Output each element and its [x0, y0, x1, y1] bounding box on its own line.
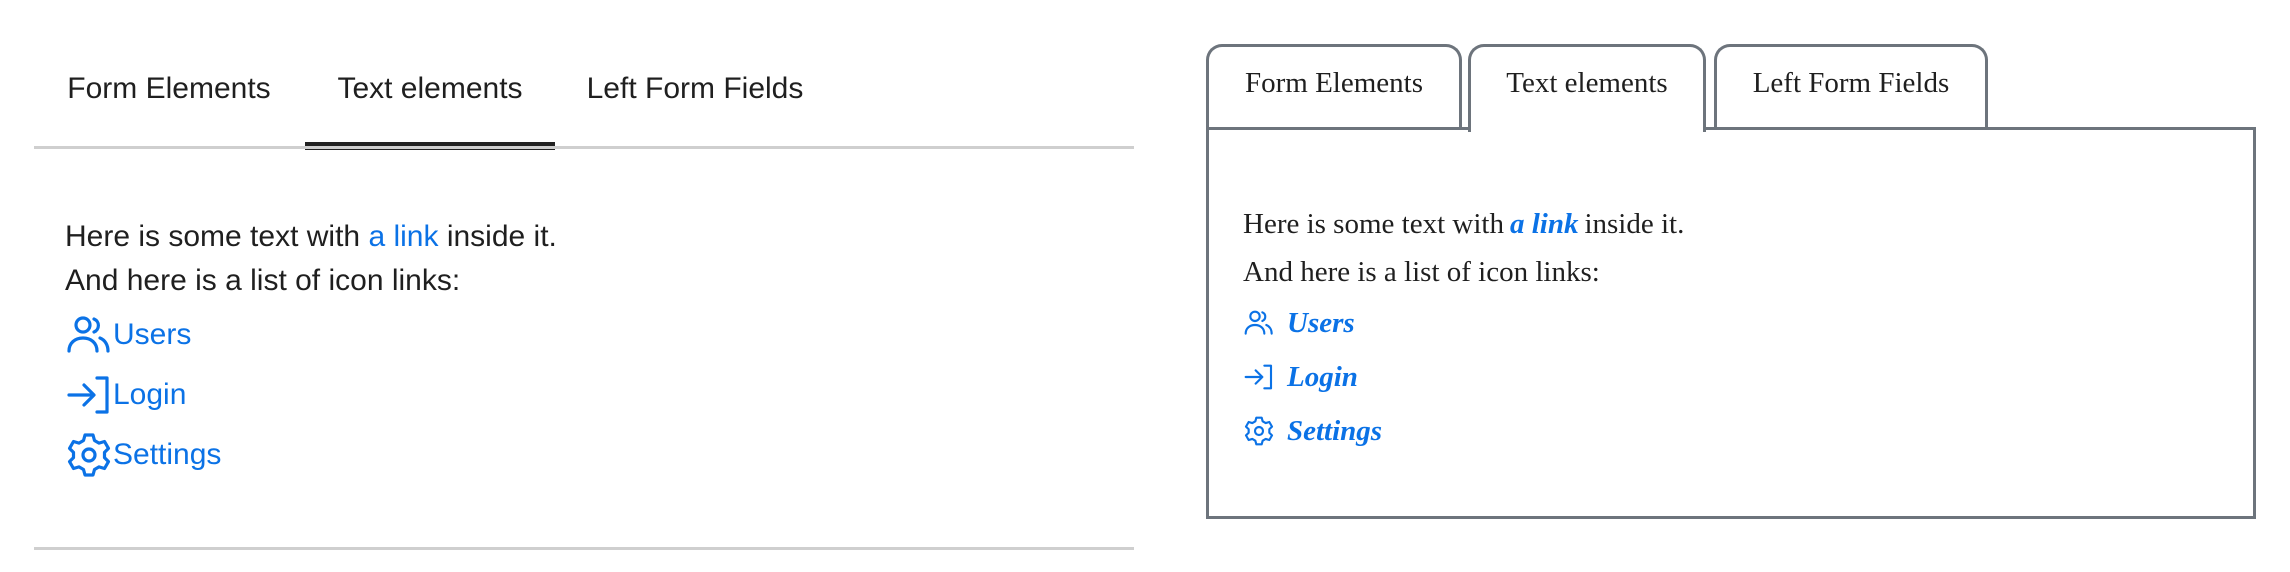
right-inline-link[interactable]: a link	[1510, 208, 1579, 240]
right-tab-form-elements[interactable]: Form Elements	[1206, 44, 1462, 130]
settings-icon	[1244, 416, 1274, 446]
right-tab-panel: Form Elements Text elements Left Form Fi…	[1206, 0, 2256, 572]
left-tab-panel: Form Elements Text elements Left Form Fi…	[34, 0, 1134, 572]
right-settings-link[interactable]: Settings	[1243, 404, 1684, 458]
login-icon	[67, 376, 109, 414]
right-login-link[interactable]: Login	[1243, 350, 1684, 404]
right-paragraph: Here is some text with a link inside it.	[1243, 200, 1684, 248]
right-tab-left-form-fields[interactable]: Left Form Fields	[1714, 44, 1988, 130]
left-users-link[interactable]: Users	[65, 305, 557, 365]
left-users-label: Users	[113, 318, 192, 351]
right-users-link[interactable]: Users	[1243, 296, 1684, 350]
left-text-before: Here is some text with	[65, 220, 369, 253]
right-text-after: inside it.	[1584, 208, 1685, 240]
left-login-label: Login	[113, 378, 187, 411]
right-tab-content-box: Here is some text with a link inside it. A…	[1206, 127, 2256, 519]
left-settings-link[interactable]: Settings	[65, 425, 557, 485]
right-login-label: Login	[1287, 360, 1358, 393]
left-tab-left-form-fields[interactable]: Left Form Fields	[555, 50, 835, 150]
right-tab-content: Here is some text with a link inside it. A…	[1243, 200, 1684, 458]
left-inline-link[interactable]: a link	[368, 220, 438, 253]
left-paragraph: Here is some text with a link inside it.	[65, 215, 557, 259]
login-icon	[1244, 364, 1273, 390]
right-settings-label: Settings	[1287, 414, 1383, 447]
left-bottom-divider	[34, 547, 1134, 550]
right-tab-text-elements[interactable]: Text elements	[1468, 44, 1706, 132]
left-list-intro: And here is a list of icon links:	[65, 264, 461, 297]
left-tab-content: Here is some text with a link inside it.…	[65, 215, 557, 485]
left-login-link[interactable]: Login	[65, 365, 557, 425]
left-tab-bar: Form Elements Text elements Left Form Fi…	[34, 50, 1134, 150]
right-list-intro: And here is a list of icon links:	[1243, 256, 1600, 288]
left-tab-text-elements[interactable]: Text elements	[305, 50, 555, 150]
users-icon	[1244, 310, 1273, 335]
settings-icon	[67, 433, 111, 477]
right-text-before: Here is some text with	[1243, 208, 1504, 240]
left-text-after: inside it.	[438, 220, 557, 253]
left-settings-label: Settings	[113, 438, 222, 471]
right-users-label: Users	[1287, 306, 1355, 339]
left-tab-form-elements[interactable]: Form Elements	[34, 50, 304, 150]
users-icon	[67, 316, 110, 353]
left-tab-divider	[34, 146, 1134, 149]
